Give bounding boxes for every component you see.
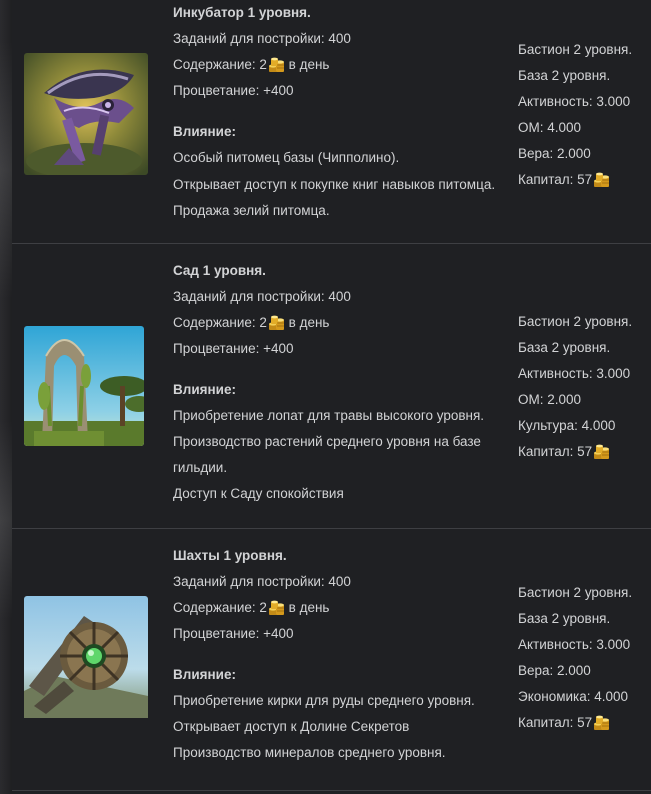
capital: Капитал: 57 xyxy=(518,171,610,189)
effect-line: Производство минералов среднего уровня. xyxy=(173,745,446,760)
page: Инкубатор 1 уровня. Заданий для постройк… xyxy=(0,0,651,794)
build-tasks: Заданий для постройки: 400 xyxy=(173,574,351,589)
mines-image xyxy=(24,596,148,720)
buildings-panel: Инкубатор 1 уровня. Заданий для постройк… xyxy=(12,0,651,794)
upkeep-suffix: в день xyxy=(284,57,330,72)
upkeep: Содержание: 2 в день xyxy=(173,599,329,617)
incubator-image xyxy=(24,53,148,175)
upkeep-suffix: в день xyxy=(284,600,330,615)
prosperity: Процветание: +400 xyxy=(173,341,294,356)
effect-line: Приобретение лопат для травы высокого ур… xyxy=(173,408,485,423)
requirement: База 2 уровня. xyxy=(518,611,611,626)
building-row-mines: Шахты 1 уровня. Заданий для постройки: 4… xyxy=(12,528,651,791)
building-row-garden: Сад 1 уровня. Заданий для постройки: 400… xyxy=(12,243,651,529)
requirement: ОМ: 4.000 xyxy=(518,120,582,135)
gold-coins-icon xyxy=(593,443,610,460)
prosperity: Процветание: +400 xyxy=(173,83,294,98)
build-tasks: Заданий для постройки: 400 xyxy=(173,289,351,304)
effect-line: Открывает доступ к Долине Секретов xyxy=(173,719,410,734)
capital-text: Капитал: 57 xyxy=(518,172,593,187)
upkeep: Содержание: 2 в день xyxy=(173,314,329,332)
effect-line: гильдии. xyxy=(173,460,228,475)
influence-label: Влияние: xyxy=(173,667,236,682)
requirement: Бастион 2 уровня. xyxy=(518,314,633,329)
requirement: Активность: 3.000 xyxy=(518,637,631,652)
build-tasks: Заданий для постройки: 400 xyxy=(173,31,351,46)
gold-coins-icon xyxy=(268,599,285,616)
effect-line: Приобретение кирки для руды среднего уро… xyxy=(173,693,475,708)
requirement: Бастион 2 уровня. xyxy=(518,585,633,600)
upkeep-suffix: в день xyxy=(284,315,330,330)
effect-line: Особый питомец базы (Чипполино). xyxy=(173,150,400,165)
effect-line: Производство растений среднего уровня на… xyxy=(173,434,481,449)
upkeep-prefix: Содержание: 2 xyxy=(173,57,267,72)
requirement: ОМ: 2.000 xyxy=(518,392,582,407)
prosperity: Процветание: +400 xyxy=(173,626,294,641)
capital: Капитал: 57 xyxy=(518,714,610,732)
effect-line: Доступ к Саду спокойствия xyxy=(173,486,344,501)
influence-label: Влияние: xyxy=(173,382,236,397)
requirement: Вера: 2.000 xyxy=(518,663,591,678)
building-row-incubator: Инкубатор 1 уровня. Заданий для постройк… xyxy=(12,0,651,244)
gold-coins-icon xyxy=(593,171,610,188)
requirement: Вера: 2.000 xyxy=(518,146,591,161)
building-title: Шахты 1 уровня. xyxy=(173,548,287,563)
upkeep: Содержание: 2 в день xyxy=(173,56,329,74)
requirement: Активность: 3.000 xyxy=(518,366,631,381)
building-title: Инкубатор 1 уровня. xyxy=(173,5,311,20)
building-title: Сад 1 уровня. xyxy=(173,263,266,278)
capital-text: Капитал: 57 xyxy=(518,444,593,459)
capital: Капитал: 57 xyxy=(518,443,610,461)
gold-coins-icon xyxy=(593,714,610,731)
requirement: База 2 уровня. xyxy=(518,68,611,83)
requirement: Экономика: 4.000 xyxy=(518,689,629,704)
upkeep-prefix: Содержание: 2 xyxy=(173,315,267,330)
effect-line: Продажа зелий питомца. xyxy=(173,203,330,218)
requirement: Бастион 2 уровня. xyxy=(518,42,633,57)
upkeep-prefix: Содержание: 2 xyxy=(173,600,267,615)
capital-text: Капитал: 57 xyxy=(518,715,593,730)
requirement: Культура: 4.000 xyxy=(518,418,616,433)
garden-image xyxy=(24,326,144,446)
influence-label: Влияние: xyxy=(173,124,236,139)
requirement: Активность: 3.000 xyxy=(518,94,631,109)
effect-line: Открывает доступ к покупке книг навыков … xyxy=(173,177,496,192)
requirement: База 2 уровня. xyxy=(518,340,611,355)
gold-coins-icon xyxy=(268,56,285,73)
gold-coins-icon xyxy=(268,314,285,331)
